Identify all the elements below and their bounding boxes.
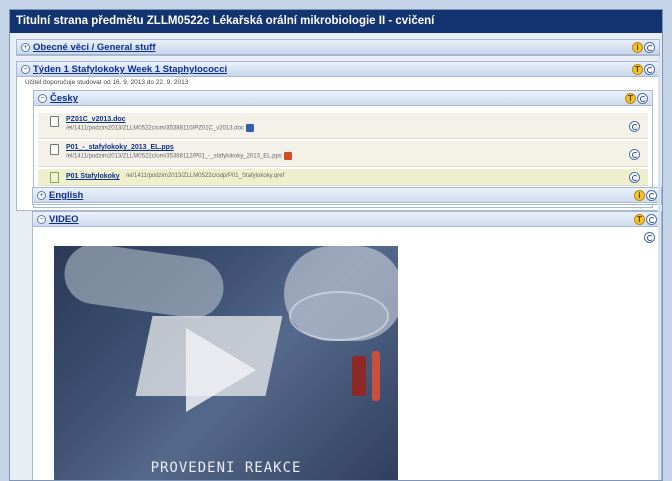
section-cesky-header: − Česky T — [34, 91, 652, 106]
section-video-link[interactable]: VIDEO — [49, 213, 79, 226]
file-row: P01_-_stafylokoky_2013_EL.pps /el/1411/p… — [38, 141, 648, 167]
word-icon — [245, 124, 254, 132]
quiz-icon — [50, 172, 59, 183]
toggle-icon[interactable]: − — [21, 65, 30, 74]
comment-icon[interactable] — [637, 93, 648, 104]
section-video-header: − VIDEO T — [33, 212, 661, 227]
file-path: /el/1411/podzim2013/ZLLM0522c/um/3538811… — [66, 124, 254, 132]
file-link[interactable]: P01_-_stafylokoky_2013_EL.pps — [66, 144, 174, 151]
comment-icon[interactable] — [629, 172, 640, 183]
powerpoint-icon — [283, 152, 292, 160]
page-title: Titulní strana předmětu ZLLM0522c Lékařs… — [10, 10, 662, 33]
section-cesky-link[interactable]: Česky — [50, 92, 78, 105]
comment-icon[interactable] — [644, 42, 655, 53]
file-link[interactable]: PZ01C_v2013.doc — [66, 116, 126, 123]
comment-icon[interactable] — [644, 232, 655, 243]
comment-icon[interactable] — [629, 149, 640, 160]
file-row: P01 Stafylokoky /el/1411/podzim2013/ZLLM… — [38, 169, 648, 186]
video-frame-tube — [352, 356, 366, 396]
section-general: + Obecné věci / General stuff i — [16, 39, 660, 56]
video-frame-hand — [60, 246, 228, 322]
document-icon — [50, 144, 59, 155]
section-general-link[interactable]: Obecné věci / General stuff — [33, 41, 156, 54]
file-path: /el/1411/podzim2013/ZLLM0522c/odp/P01_St… — [126, 173, 285, 179]
file-path: /el/1411/podzim2013/ZLLM0522c/um/3538811… — [66, 152, 292, 160]
play-icon[interactable] — [186, 328, 256, 412]
section-english-header: + English i — [33, 188, 661, 203]
section-week1-link[interactable]: Týden 1 Stafylokoky Week 1 Staphylococci — [33, 63, 227, 76]
video-frame-tube — [372, 351, 380, 401]
file-row: PZ01C_v2013.doc /el/1411/podzim2013/ZLLM… — [38, 113, 648, 139]
course-page: Titulní strana předmětu ZLLM0522c Lékařs… — [9, 9, 663, 481]
toggle-icon[interactable]: − — [37, 215, 46, 224]
info-icon[interactable]: i — [632, 42, 643, 53]
info-icon[interactable]: T — [632, 64, 643, 75]
comment-icon[interactable] — [629, 121, 640, 132]
video-player[interactable]: PROVEDENI REAKCE — [54, 246, 398, 480]
toggle-icon[interactable]: + — [21, 43, 30, 52]
section-english: + English i — [32, 187, 662, 205]
comment-icon[interactable] — [646, 214, 657, 225]
study-note: Učitel doporučuje studovat od 16. 9. 201… — [25, 79, 189, 86]
info-icon[interactable]: T — [634, 214, 645, 225]
document-icon — [50, 116, 59, 127]
scrollbar[interactable] — [658, 56, 661, 480]
info-icon[interactable]: T — [625, 93, 636, 104]
section-general-header: + Obecné věci / General stuff i — [17, 40, 659, 55]
comment-icon[interactable] — [644, 64, 655, 75]
info-icon[interactable]: i — [634, 190, 645, 201]
video-caption: PROVEDENI REAKCE — [150, 460, 302, 476]
section-week1-header: − Týden 1 Stafylokoky Week 1 Staphylococ… — [17, 62, 659, 77]
toggle-icon[interactable]: − — [38, 94, 47, 103]
comment-icon[interactable] — [646, 190, 657, 201]
toggle-icon[interactable]: + — [37, 191, 46, 200]
video-frame-dish — [289, 291, 389, 341]
file-link[interactable]: P01 Stafylokoky — [66, 173, 120, 180]
section-english-link[interactable]: English — [49, 189, 83, 202]
